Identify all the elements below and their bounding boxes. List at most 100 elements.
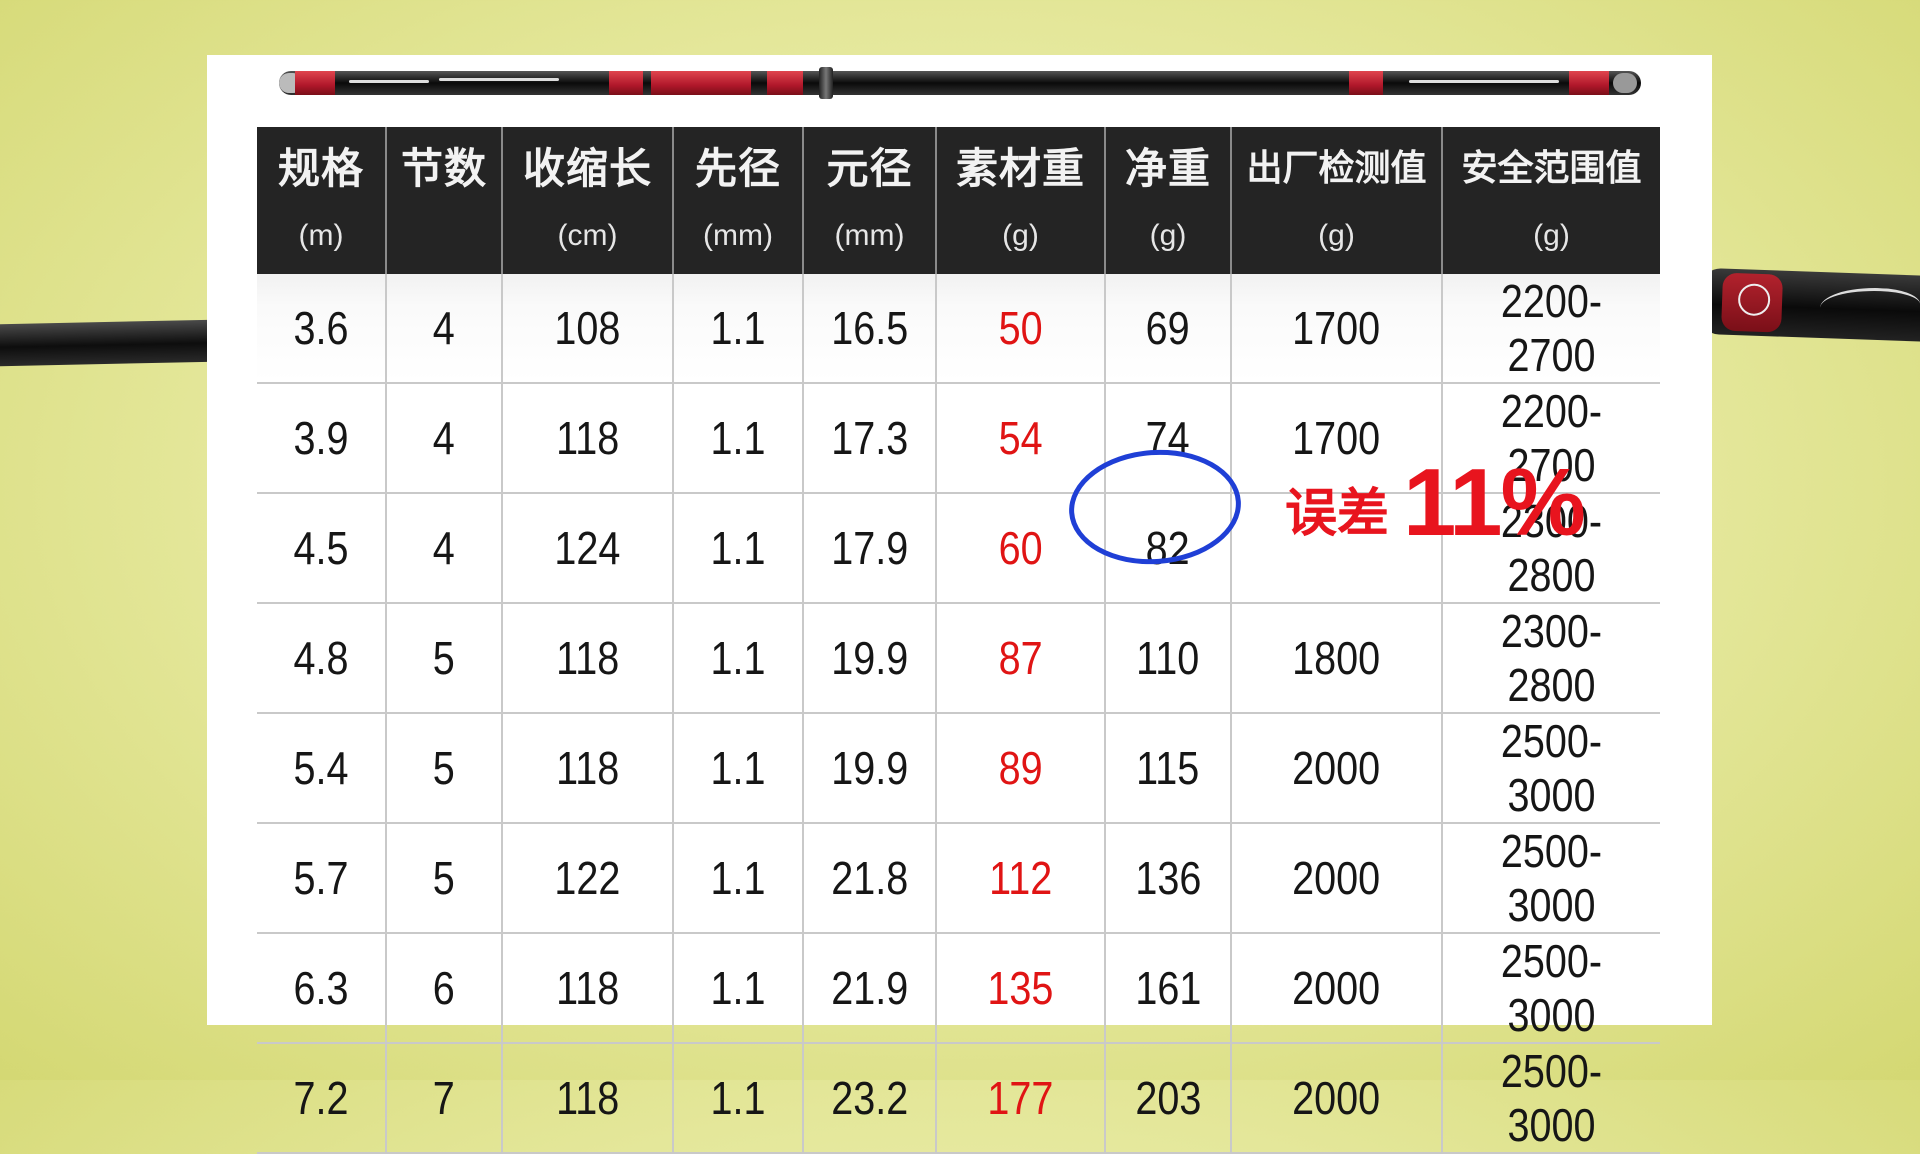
table-cell: 3.9 <box>257 383 387 494</box>
table-cell: 4 <box>386 274 503 384</box>
table-cell: 6.3 <box>257 933 387 1044</box>
table-cell: 112 <box>936 823 1106 934</box>
header-net-weight: 净重 (g) <box>1105 127 1232 274</box>
table-cell: 54 <box>936 383 1106 494</box>
table-cell: 2000 <box>1231 713 1443 824</box>
table-cell: 16.5 <box>803 274 937 384</box>
table-cell: 118 <box>502 713 674 824</box>
table-cell: 1.1 <box>673 493 804 604</box>
table-cell: 87 <box>936 603 1106 714</box>
table-row: 3.6 4 108 1.1 16.5 50 69 1700 2200-2700 <box>257 274 1660 384</box>
table-cell: 4 <box>386 493 503 604</box>
header-blank-weight: 素材重 (g) <box>936 127 1106 274</box>
rod-red-segment <box>651 71 751 95</box>
fishing-rod-left-end <box>0 319 221 367</box>
table-cell: 122 <box>502 823 674 934</box>
table-cell: 4.8 <box>257 603 387 714</box>
table-cell: 19.9 <box>803 603 937 714</box>
header-spec: 规格 (m) <box>257 127 387 274</box>
table-cell: 4 <box>386 383 503 494</box>
rod-tip-cap <box>1613 73 1637 93</box>
table-cell: 1.1 <box>673 1043 804 1154</box>
table-cell: 2000 <box>1231 823 1443 934</box>
rod-red-segment <box>1569 71 1609 95</box>
table-cell: 21.8 <box>803 823 937 934</box>
table-cell: 2500-3000 <box>1442 823 1660 934</box>
table-cell: 124 <box>502 493 674 604</box>
table-cell: 118 <box>502 933 674 1044</box>
header-factory-test-value: 出厂检测值 (g) <box>1231 127 1443 274</box>
table-cell: 136 <box>1105 823 1232 934</box>
rod-red-segment <box>767 71 803 95</box>
table-cell: 1.1 <box>673 713 804 824</box>
table-cell: 17.3 <box>803 383 937 494</box>
table-cell: 2000 <box>1231 1043 1443 1154</box>
table-cell: 5 <box>386 603 503 714</box>
header-tip-diameter: 先径 (mm) <box>673 127 804 274</box>
table-cell: 2500-3000 <box>1442 713 1660 824</box>
header-sections: 节数 <box>386 127 503 274</box>
spec-table: 规格 (m) 节数 收缩长 (cm) 先径 (mm) 元径 (mm) 素材重 (g) 净重… <box>257 127 1660 1154</box>
rod-decoration <box>439 78 559 81</box>
table-row: 5.4 5 118 1.1 19.9 89 115 2000 2500-3000 <box>257 713 1660 824</box>
table-header-row: 规格 (m) 节数 收缩长 (cm) 先径 (mm) 元径 (mm) 素材重 (g) 净重… <box>257 127 1660 274</box>
table-cell: 4.5 <box>257 493 387 604</box>
header-safe-range: 安全范围值 (g) <box>1442 127 1660 274</box>
table-cell: 2500-3000 <box>1442 1043 1660 1154</box>
rod-red-segment <box>609 71 643 95</box>
table-cell: 5.7 <box>257 823 387 934</box>
table-cell: 203 <box>1105 1043 1232 1154</box>
table-cell: 3.6 <box>257 274 387 384</box>
rod-swirl-decoration <box>1819 286 1920 327</box>
table-cell: 23.2 <box>803 1043 937 1154</box>
fishing-rod-image <box>279 67 1641 99</box>
fishing-rod-right-end <box>1698 267 1920 343</box>
table-cell: 1.1 <box>673 274 804 384</box>
table-cell: 5.4 <box>257 713 387 824</box>
table-cell: 135 <box>936 933 1106 1044</box>
rod-decoration <box>349 80 429 83</box>
table-cell: 1.1 <box>673 933 804 1044</box>
table-cell: 6 <box>386 933 503 1044</box>
table-row: 6.3 6 118 1.1 21.9 135 161 2000 2500-300… <box>257 933 1660 1044</box>
table-cell: 2300-2800 <box>1442 603 1660 714</box>
table-cell: 21.9 <box>803 933 937 1044</box>
table-cell: 7.2 <box>257 1043 387 1154</box>
table-cell: 177 <box>936 1043 1106 1154</box>
table-cell: 1.1 <box>673 603 804 714</box>
spec-card: 规格 (m) 节数 收缩长 (cm) 先径 (mm) 元径 (mm) 素材重 (g) 净重… <box>207 55 1712 1154</box>
header-collapsed-length: 收缩长 (cm) <box>502 127 674 274</box>
table-row: 4.8 5 118 1.1 19.9 87 110 1800 2300-2800 <box>257 603 1660 714</box>
table-cell: 1800 <box>1231 603 1443 714</box>
error-value: 11% <box>1403 449 1586 556</box>
table-cell: 115 <box>1105 713 1232 824</box>
table-cell: 2000 <box>1231 933 1443 1044</box>
rod-decoration <box>1409 80 1559 83</box>
table-cell: 69 <box>1105 274 1232 384</box>
table-cell: 17.9 <box>803 493 937 604</box>
table-cell: 19.9 <box>803 713 937 824</box>
table-cell: 1700 <box>1231 274 1443 384</box>
table-cell: 118 <box>502 383 674 494</box>
table-row: 7.2 7 118 1.1 23.2 177 203 2000 2500-300… <box>257 1043 1660 1154</box>
error-label: 误差 <box>1285 484 1390 544</box>
table-cell: 2200-2700 <box>1442 274 1660 384</box>
table-cell: 7 <box>386 1043 503 1154</box>
table-cell: 1.1 <box>673 383 804 494</box>
table-cell: 5 <box>386 823 503 934</box>
rod-red-segment <box>1349 71 1383 95</box>
table-cell: 118 <box>502 603 674 714</box>
table-cell: 108 <box>502 274 674 384</box>
table-cell: 5 <box>386 713 503 824</box>
table-cell: 161 <box>1105 933 1232 1044</box>
table-cell: 118 <box>502 1043 674 1154</box>
table-cell: 110 <box>1105 603 1232 714</box>
rod-joint <box>819 67 833 99</box>
header-butt-diameter: 元径 (mm) <box>803 127 937 274</box>
rod-red-segment <box>295 71 335 95</box>
table-cell: 50 <box>936 274 1106 384</box>
table-row: 5.7 5 122 1.1 21.8 112 136 2000 2500-300… <box>257 823 1660 934</box>
table-cell: 1.1 <box>673 823 804 934</box>
error-annotation: 误差 11% <box>1285 441 1586 556</box>
table-cell: 89 <box>936 713 1106 824</box>
